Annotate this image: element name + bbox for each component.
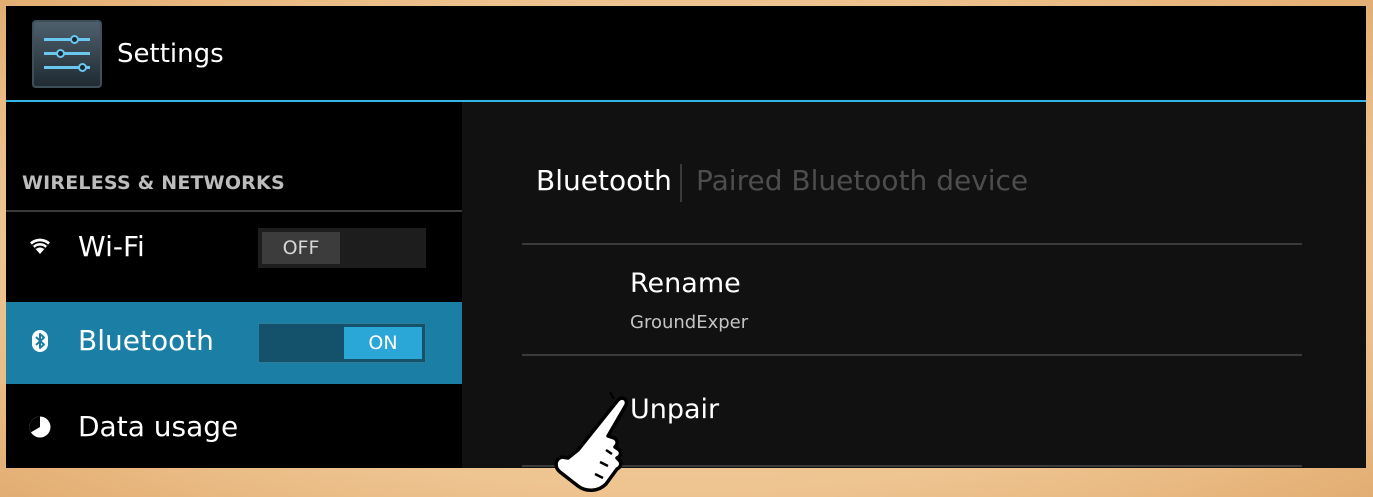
- slider-knob: [70, 35, 79, 44]
- divider: [522, 243, 1302, 245]
- wifi-icon: [30, 238, 50, 254]
- pref-summary: GroundExper: [630, 312, 749, 333]
- app-title: Settings: [117, 39, 224, 69]
- wifi-toggle[interactable]: OFF: [258, 228, 426, 268]
- sidebar-item-wifi[interactable]: Wi-Fi OFF: [6, 214, 462, 288]
- toggle-thumb-on: ON: [344, 327, 422, 359]
- data-usage-icon: [29, 416, 51, 438]
- slider-line: [44, 52, 90, 55]
- toggle-thumb-off: OFF: [262, 232, 340, 264]
- slider-knob: [78, 63, 87, 72]
- device-screen: Settings WIRELESS & NETWORKS Wi-Fi OFF B…: [6, 6, 1366, 468]
- slider-knob: [56, 49, 65, 58]
- action-bar: Settings: [6, 6, 1366, 102]
- pref-title: Unpair: [630, 394, 720, 425]
- sidebar-item-label: Data usage: [78, 410, 239, 443]
- settings-headers-pane: WIRELESS & NETWORKS Wi-Fi OFF Bluetooth …: [6, 102, 462, 468]
- section-header-wireless: WIRELESS & NETWORKS: [22, 172, 285, 194]
- pref-title: Rename: [630, 268, 741, 299]
- divider: [522, 465, 1302, 467]
- bluetooth-icon: [32, 330, 48, 352]
- divider: [522, 354, 1302, 356]
- breadcrumb-subtitle: Paired Bluetooth device: [696, 164, 1029, 197]
- sidebar-item-label: Bluetooth: [78, 324, 214, 357]
- sidebar-item-data-usage[interactable]: Data usage: [6, 388, 462, 468]
- settings-sliders-icon[interactable]: [32, 20, 102, 88]
- breadcrumb-title[interactable]: Bluetooth: [536, 164, 672, 197]
- sidebar-item-bluetooth[interactable]: Bluetooth ON: [6, 302, 462, 384]
- slider-line: [44, 38, 90, 41]
- breadcrumb-separator: [680, 164, 682, 202]
- section-divider: [6, 210, 462, 212]
- bluetooth-toggle[interactable]: ON: [258, 323, 426, 363]
- hand-pointer-icon: [554, 392, 629, 492]
- sidebar-item-label: Wi-Fi: [78, 230, 145, 263]
